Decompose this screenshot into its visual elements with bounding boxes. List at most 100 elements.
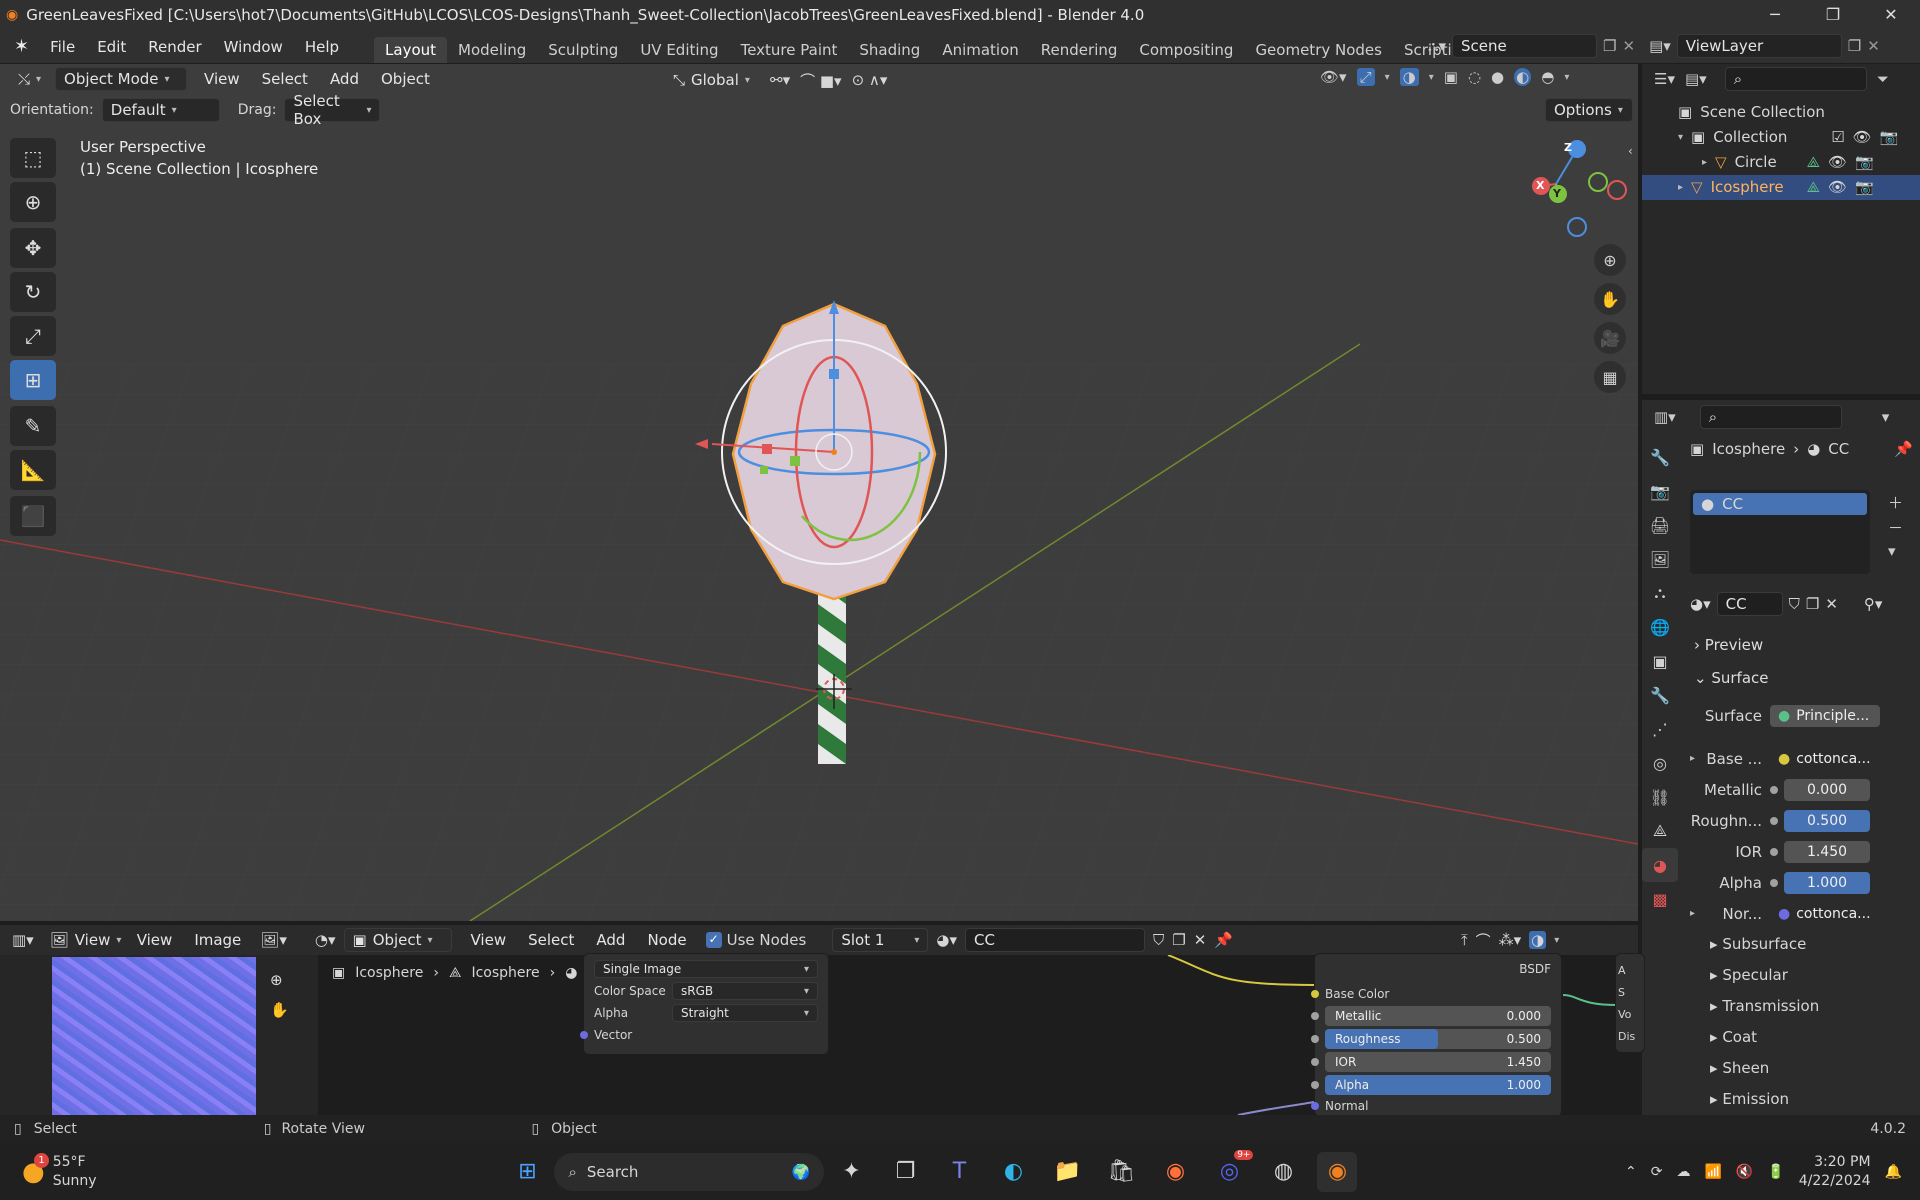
particles-tab-icon[interactable]: ⋰ (1642, 712, 1678, 746)
camera-icon[interactable]: 📷 (1855, 175, 1874, 200)
add-slot-icon[interactable]: ＋ (1888, 492, 1903, 513)
transform-tool-icon[interactable]: ⊞ (10, 360, 56, 400)
grid-view-icon[interactable]: ▦ (1594, 361, 1626, 393)
eye-icon[interactable]: 👁 (1828, 150, 1847, 175)
object-tab-icon[interactable]: ▣ (1642, 644, 1678, 678)
slot-dropdown[interactable]: Slot 1 ▾ (832, 928, 929, 952)
unlink-material-icon[interactable]: ✕ (1825, 595, 1838, 613)
options-dropdown[interactable]: Options ▾ (1545, 98, 1633, 122)
viewport-menu-add[interactable]: Add (319, 70, 370, 88)
normal-map-texture-preview[interactable] (52, 957, 256, 1115)
scene-field[interactable]: Scene (1452, 34, 1598, 58)
tab-compositing[interactable]: Compositing (1128, 37, 1244, 63)
rotate-tool-icon[interactable]: ↻ (10, 272, 56, 312)
normal-socket[interactable]: Normal (1311, 1096, 1551, 1116)
properties-search-input[interactable]: ⌕ (1699, 405, 1842, 429)
viewport-menu-select[interactable]: Select (251, 70, 319, 88)
move-tool-icon[interactable]: ✥ (10, 228, 56, 268)
overlay-toggle-icon[interactable]: ◑ (1399, 68, 1419, 86)
material-browse-icon[interactable]: ◕▾ (936, 931, 957, 949)
subsection-transmission[interactable]: ▸ Transmission (1710, 991, 1915, 1022)
alpha-field[interactable]: 1.000 (1784, 871, 1870, 894)
outliner-item-circle[interactable]: ▸ ▽ Circle ⟁ 👁 📷 (1678, 150, 1920, 175)
scene-icon[interactable]: ⛬▾ (1428, 37, 1446, 55)
fake-user-icon[interactable]: ⛉ (1789, 595, 1800, 613)
add-cube-tool-icon[interactable]: ⬛ (10, 496, 56, 536)
taskbar-search[interactable]: ⌕ Search 🌍 (554, 1152, 825, 1191)
discord-icon[interactable]: ◎ 9+ (1209, 1149, 1254, 1192)
node-object-dropdown[interactable]: ▣ Object ▾ (343, 928, 452, 952)
base-color-field[interactable]: ● cottonca... (1770, 747, 1880, 770)
physics-tab-icon[interactable]: ◎ (1642, 746, 1678, 780)
color-space-dropdown[interactable]: sRGB ▾ (672, 982, 818, 1000)
outliner-scene-collection[interactable]: ▣ Scene Collection (1678, 100, 1920, 125)
image-texture-node[interactable]: Single Image ▾ Color Space sRGB ▾ Alpha Stra… (580, 953, 829, 1055)
menu-help[interactable]: Help (294, 38, 350, 56)
use-nodes-checkbox[interactable]: ✓ Use Nodes (705, 931, 806, 949)
image-browse-icon[interactable]: 🖼▾ (260, 931, 287, 949)
tool-tab-icon[interactable]: 🔧 (1642, 440, 1678, 474)
node-metallic-slider[interactable]: Metallic 0.000 (1325, 1005, 1551, 1026)
onedrive-icon[interactable]: ☁ (1676, 1164, 1690, 1180)
pivot-icon[interactable]: ⚯▾ (770, 71, 790, 89)
fake-user-icon[interactable]: ⛉ (1153, 931, 1164, 949)
node-roughness-slider[interactable]: Roughness 0.500 (1325, 1028, 1551, 1049)
render-tab-icon[interactable]: 📷 (1642, 474, 1678, 508)
tray-chevron-icon[interactable]: ⌃ (1625, 1164, 1637, 1180)
teams-icon[interactable]: T (939, 1152, 979, 1192)
viewlayer-icon[interactable]: ▤▾ (1649, 37, 1671, 55)
subsection-emission[interactable]: ▸ Emission (1710, 1084, 1915, 1115)
copilot-icon[interactable]: ✦ (831, 1152, 871, 1192)
remove-slot-icon[interactable]: － (1888, 517, 1903, 538)
viewlayer-field[interactable]: ViewLayer (1676, 34, 1842, 58)
node-menu-select[interactable]: Select (517, 931, 585, 949)
output-tab-icon[interactable]: 🖨 (1642, 508, 1678, 542)
node-alpha-slider[interactable]: Alpha 1.000 (1325, 1074, 1551, 1095)
notification-bell-icon[interactable]: 🔔 (1885, 1164, 1902, 1180)
pin-icon[interactable]: 📌 (1214, 931, 1233, 949)
tab-geometry-nodes[interactable]: Geometry Nodes (1244, 37, 1393, 63)
tab-texture-paint[interactable]: Texture Paint (730, 37, 849, 63)
new-viewlayer-icon[interactable]: ❐ (1848, 37, 1861, 55)
minimize-button[interactable]: ─ (1746, 0, 1804, 30)
wireframe-shading-icon[interactable]: ◌ (1468, 68, 1481, 86)
node-ior-slider[interactable]: IOR 1.450 (1325, 1051, 1551, 1072)
material-shading-icon[interactable]: ◐ (1514, 68, 1532, 86)
tab-modeling[interactable]: Modeling (447, 37, 537, 63)
filter-icon[interactable]: ⏷ (1877, 70, 1889, 88)
menu-window[interactable]: Window (213, 38, 294, 56)
snap-icon[interactable]: ⌒ (1476, 930, 1491, 951)
properties-editor-icon[interactable]: ▥▾ (1654, 408, 1676, 426)
sidebar-toggle-icon[interactable]: ‹ (1628, 144, 1633, 158)
browse-material-icon[interactable]: ◕▾ (1690, 595, 1711, 613)
material-output-node[interactable]: A S Vo Dis (1615, 953, 1645, 1053)
eye-icon[interactable]: 👁 (1853, 125, 1872, 150)
material-slot-list[interactable]: ● CC (1690, 490, 1870, 574)
outliner-collection[interactable]: ▾ ▣ Collection ☑ 👁 📷 (1678, 125, 1920, 150)
duplicate-icon[interactable]: ❐ (1172, 931, 1185, 949)
sync-icon[interactable]: ⟳ (1651, 1164, 1663, 1180)
node-menu-node[interactable]: Node (636, 931, 697, 949)
proportional-edit-icon[interactable]: ⊙ ∧▾ (852, 71, 888, 89)
subsection-specular[interactable]: ▸ Specular (1710, 960, 1915, 991)
solid-shading-icon[interactable]: ● (1491, 68, 1504, 86)
unlink-icon[interactable]: ✕ (1194, 931, 1207, 949)
camera-icon[interactable]: 📷 (1880, 125, 1899, 150)
scene-tab-icon[interactable]: ⛬ (1642, 576, 1678, 610)
surface-section[interactable]: ⌄ Surface (1694, 669, 1769, 687)
pan-hand-icon[interactable]: ✋ (1594, 283, 1626, 315)
firefox-icon[interactable]: ◉ (1155, 1152, 1195, 1192)
options-chevron-icon[interactable]: ▾ (1882, 408, 1890, 426)
snap-icon[interactable]: ⌒ ■▾ (800, 70, 841, 91)
subsection-coat[interactable]: ▸ Coat (1710, 1022, 1915, 1053)
tab-uv-editing[interactable]: UV Editing (629, 37, 729, 63)
surface-shader-field[interactable]: ● Principle... (1770, 704, 1880, 727)
tab-shading[interactable]: Shading (848, 37, 931, 63)
display-mode-icon[interactable]: ▤▾ (1685, 70, 1707, 88)
windows-start-icon[interactable]: ⊞ (507, 1152, 547, 1192)
tab-sculpting[interactable]: Sculpting (537, 37, 629, 63)
blender-taskbar-icon[interactable]: ◉ (1317, 1151, 1358, 1192)
snap-settings-icon[interactable]: ⁂▾ (1499, 931, 1522, 949)
orientation-dropdown[interactable]: Default ▾ (101, 98, 220, 122)
annotate-tool-icon[interactable]: ✎ (10, 406, 56, 446)
